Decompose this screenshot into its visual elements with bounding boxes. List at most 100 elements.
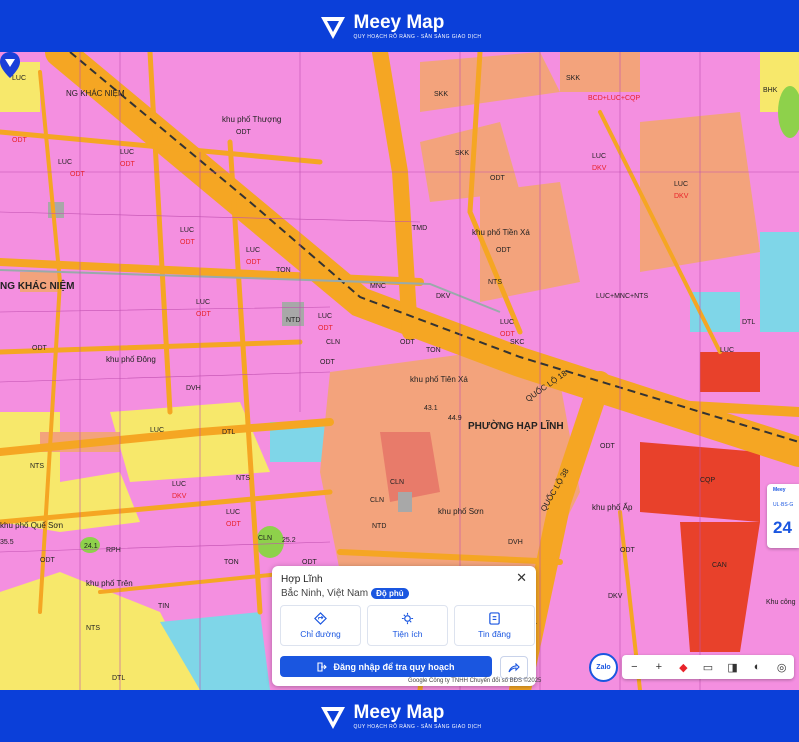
- svg-text:SKK: SKK: [434, 91, 448, 98]
- svg-text:CLN: CLN: [326, 339, 340, 346]
- popup-location: Bắc Ninh, Việt Nam: [281, 588, 369, 599]
- svg-text:LUC: LUC: [226, 509, 240, 516]
- share-icon: [508, 662, 520, 672]
- svg-text:CLN: CLN: [390, 479, 404, 486]
- svg-text:ODT: ODT: [12, 137, 28, 144]
- area-label: khu phố Ấp: [592, 502, 633, 512]
- meey-logo-icon: [320, 707, 345, 729]
- opacity-icon[interactable]: ◐: [748, 661, 766, 673]
- svg-text:NTS: NTS: [86, 625, 100, 632]
- svg-text:NTD: NTD: [372, 523, 386, 530]
- svg-text:ODT: ODT: [302, 559, 318, 566]
- brand-tagline: QUY HOẠCH RÕ RÀNG - SẴN SÀNG GIAO DỊCH: [353, 33, 482, 40]
- area-label: khu phố Thượng: [222, 115, 281, 124]
- locate-icon[interactable]: ◎: [773, 661, 791, 674]
- brand-tagline-bottom: QUY HOẠCH RÕ RÀNG - SẴN SÀNG GIAO DỊCH: [353, 723, 482, 730]
- svg-text:ODT: ODT: [320, 359, 336, 366]
- svg-text:DTL: DTL: [112, 675, 125, 682]
- svg-text:ODT: ODT: [490, 175, 506, 182]
- brand-logo: Meey Map QUY HOẠCH RÕ RÀNG - SẴN SÀNG GI…: [318, 11, 482, 41]
- listing-icon: [489, 612, 500, 625]
- svg-text:DKV: DKV: [608, 593, 623, 600]
- svg-text:SKK: SKK: [455, 150, 469, 157]
- map-type-icon[interactable]: ▭: [699, 661, 717, 674]
- svg-text:ODT: ODT: [246, 259, 262, 266]
- utilities-label: Tiện ích: [392, 629, 423, 639]
- svg-text:ODT: ODT: [318, 325, 334, 332]
- svg-text:DKV: DKV: [592, 165, 607, 172]
- popup-title: Hợp Lĩnh: [281, 574, 323, 585]
- svg-text:TON: TON: [276, 267, 291, 274]
- area-label: khu phố Tiên Xá: [410, 375, 468, 384]
- svg-text:ODT: ODT: [226, 521, 242, 528]
- ward-label: PHƯỜNG HẠP LĨNH: [468, 419, 564, 432]
- brand-name: Meey Map: [353, 11, 445, 33]
- svg-text:LUC: LUC: [172, 481, 186, 488]
- svg-text:ODT: ODT: [70, 171, 86, 178]
- svg-text:MNC: MNC: [370, 283, 386, 290]
- location-popup: Hợp Lĩnh ✕ Bắc Ninh, Việt Nam Độ phủ Chỉ…: [272, 566, 536, 686]
- svg-text:ODT: ODT: [500, 331, 516, 338]
- svg-text:ODT: ODT: [400, 339, 416, 346]
- svg-text:25.2: 25.2: [282, 537, 296, 544]
- svg-text:NTD: NTD: [286, 317, 300, 324]
- location-pin-icon[interactable]: [0, 52, 20, 78]
- svg-text:SKC: SKC: [510, 339, 524, 346]
- coverage-badge[interactable]: Độ phủ: [371, 588, 409, 599]
- svg-text:ODT: ODT: [600, 443, 616, 450]
- map-attribution: Google Công ty TNHH Chuyển đổi số BĐS ©2…: [408, 678, 542, 684]
- price-card-value: 24: [773, 518, 792, 537]
- svg-text:LUC+MNC+NTS: LUC+MNC+NTS: [596, 293, 648, 300]
- svg-text:DKV: DKV: [674, 193, 689, 200]
- listing-label: Tin đăng: [478, 629, 511, 639]
- svg-text:LUC: LUC: [196, 299, 210, 306]
- directions-button[interactable]: Chỉ đường: [280, 605, 361, 646]
- svg-text:Khu công: Khu công: [766, 599, 796, 606]
- map-toolbar: − + ◆ ▭ ◨ ◐ ◎: [622, 655, 794, 679]
- svg-text:ODT: ODT: [180, 239, 196, 246]
- bottom-brand-bar: Meey Map QUY HOẠCH RÕ RÀNG - SẴN SÀNG GI…: [0, 690, 799, 742]
- svg-text:LUC: LUC: [592, 153, 606, 160]
- listing-button[interactable]: Tin đăng: [454, 605, 535, 646]
- svg-text:DKV: DKV: [436, 293, 451, 300]
- split-view-icon[interactable]: ◨: [724, 661, 742, 674]
- svg-text:ODT: ODT: [620, 547, 636, 554]
- popup-actions: Chỉ đường Tiện ích Tin đăng: [280, 605, 535, 646]
- svg-text:CQP: CQP: [700, 477, 716, 484]
- svg-text:NTS: NTS: [30, 463, 44, 470]
- svg-text:CLN: CLN: [258, 535, 272, 542]
- zoom-out-button[interactable]: −: [625, 661, 643, 673]
- close-icon[interactable]: ✕: [516, 570, 527, 586]
- svg-text:SKK: SKK: [566, 75, 580, 82]
- popup-subtitle: Bắc Ninh, Việt Nam Độ phủ: [281, 588, 409, 599]
- svg-text:LUC: LUC: [58, 159, 72, 166]
- svg-text:ODT: ODT: [496, 247, 512, 254]
- price-card-brand: Meey: [773, 487, 786, 493]
- layer-icon[interactable]: ◆: [674, 661, 692, 674]
- svg-text:LUC: LUC: [318, 313, 332, 320]
- svg-text:DTL: DTL: [222, 429, 235, 436]
- price-card[interactable]: Meey UL·BS·G 24: [767, 484, 799, 548]
- svg-text:DVH: DVH: [186, 385, 201, 392]
- svg-text:LUC: LUC: [150, 427, 164, 434]
- utilities-button[interactable]: Tiện ích: [367, 605, 448, 646]
- area-label: khu phố Đông: [106, 355, 156, 364]
- svg-text:NTS: NTS: [488, 279, 502, 286]
- svg-text:24.1: 24.1: [84, 543, 98, 550]
- login-to-search-button[interactable]: Đăng nhập để tra quy hoạch: [280, 656, 492, 677]
- area-label: NG KHÁC NIỆM: [0, 279, 74, 292]
- svg-text:ODT: ODT: [32, 345, 48, 352]
- svg-text:TIN: TIN: [158, 603, 169, 610]
- svg-text:LUC: LUC: [246, 247, 260, 254]
- svg-text:ODT: ODT: [236, 129, 252, 136]
- svg-text:DTL: DTL: [742, 319, 755, 326]
- svg-text:RPH: RPH: [106, 547, 121, 554]
- svg-text:DVH: DVH: [508, 539, 523, 546]
- top-brand-bar: Meey Map QUY HOẠCH RÕ RÀNG - SẴN SÀNG GI…: [0, 0, 799, 52]
- svg-text:NTS: NTS: [236, 475, 250, 482]
- svg-text:ODT: ODT: [196, 311, 212, 318]
- zoom-in-button[interactable]: +: [650, 661, 668, 673]
- zalo-button[interactable]: Zalo: [589, 653, 618, 682]
- login-icon: [317, 661, 328, 672]
- share-button[interactable]: [500, 656, 528, 679]
